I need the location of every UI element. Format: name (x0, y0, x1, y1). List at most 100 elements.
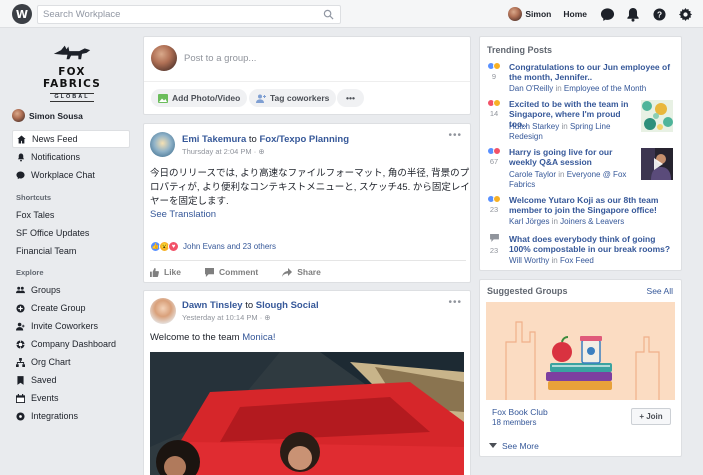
see-all-link[interactable]: See All (647, 286, 673, 296)
trending-source: Karl Jörges in Joiners & Leavers (509, 217, 624, 226)
post-options-button[interactable]: ••• (448, 130, 462, 141)
sidebar-item-org-chart[interactable]: Org Chart (12, 353, 130, 371)
sidebar-item-label: Workplace Chat (31, 170, 95, 180)
author-link[interactable]: Hutch Starkey (509, 122, 559, 131)
bell-icon (16, 152, 25, 162)
shortcut-financial-team[interactable]: Financial Team (16, 246, 76, 256)
group-link[interactable]: Slough Social (256, 300, 319, 311)
sidebar-item-invite-coworkers[interactable]: Invite Coworkers (12, 317, 130, 335)
sidebar-item-groups[interactable]: Groups (12, 281, 130, 299)
author-link[interactable]: Emi Takemura (182, 134, 246, 145)
group-members[interactable]: 18 members (492, 418, 536, 427)
sidebar-item-create-group[interactable]: Create Group (12, 299, 130, 317)
sidebar-item-company-dashboard[interactable]: Company Dashboard (12, 335, 130, 353)
sidebar-item-events[interactable]: Events (12, 389, 130, 407)
author-link[interactable]: Will Worthy (509, 256, 549, 265)
sidebar-item-label: Notifications (31, 152, 81, 162)
trending-title[interactable]: Welcome Yutaro Koji as our 8th team memb… (509, 195, 674, 215)
trending-title[interactable]: Congratulations to our Jun employee of t… (509, 62, 674, 82)
to-label: to (245, 300, 254, 311)
groups-icon (16, 286, 25, 295)
like-button[interactable]: Like (150, 267, 181, 277)
post-thumbnail-image[interactable] (641, 100, 673, 132)
group-name-link[interactable]: Fox Book Club (492, 407, 548, 417)
mention-link[interactable]: Monica! (242, 332, 275, 343)
reaction-count: 23 (489, 205, 499, 214)
profile-link[interactable]: Simon (508, 7, 551, 21)
post-timestamp[interactable]: Yesterday at 10:14 PM (182, 313, 258, 322)
post-text-line: ヤーを固定します. (150, 196, 229, 207)
comment-icon (205, 267, 215, 277)
in-label: in (558, 170, 565, 179)
svg-text:?: ? (656, 9, 661, 19)
group-link[interactable]: Joiners & Leavers (560, 217, 624, 226)
join-group-button[interactable]: + Join (631, 408, 671, 425)
trending-source: Carole Taylor in Everyone @ Fox Fabrics (509, 170, 637, 190)
video-thumbnail-image[interactable] (641, 148, 673, 180)
gear-icon[interactable] (677, 6, 693, 22)
composer-input[interactable]: Post to a group... (184, 53, 256, 64)
reaction-summary[interactable]: 👍 😮 ♥ John Evans and 23 others (150, 241, 276, 252)
author-link[interactable]: Dawn Tinsley (182, 300, 243, 311)
globe-icon: ⊕ (264, 313, 271, 322)
post-text-line: 今日のリリースでは, より高速なファイルフォーマット, 角の半径, 背景のプ (150, 168, 470, 179)
group-link[interactable]: Fox/Texpo Planning (259, 134, 349, 145)
see-translation-link[interactable]: See Translation (150, 209, 216, 220)
shortcut-sf-office-updates[interactable]: SF Office Updates (16, 228, 89, 238)
in-label: in (551, 217, 558, 226)
sidebar-item-label: Org Chart (31, 357, 71, 367)
avatar[interactable] (150, 132, 175, 157)
trending-title[interactable]: Harry is going live for our weekly Q&A s… (509, 147, 637, 167)
avatar (508, 7, 523, 21)
chat-icon[interactable] (599, 6, 615, 22)
see-more-link[interactable]: See More (489, 441, 539, 451)
sidebar-item-integrations[interactable]: Integrations (12, 407, 130, 425)
sidebar-profile-name: Simon Sousa (29, 110, 83, 121)
post-header: Dawn Tinsley to Slough Social (182, 300, 319, 311)
suggested-groups-panel: Suggested Groups See All Fox Book Club 1… (479, 279, 682, 457)
love-reaction-icon (493, 147, 501, 155)
share-button[interactable]: Share (282, 267, 321, 277)
author-link[interactable]: Dan O'Reilly (509, 84, 553, 93)
sidebar-profile[interactable]: Simon Sousa (12, 109, 83, 122)
tag-coworkers-button[interactable]: Tag coworkers (249, 89, 337, 107)
sidebar-item-saved[interactable]: Saved (12, 371, 130, 389)
bookmark-icon (16, 375, 25, 385)
add-photo-video-button[interactable]: Add Photo/Video (151, 89, 248, 107)
post-photo[interactable] (150, 352, 464, 475)
sidebar-item-label: Create Group (31, 303, 86, 313)
chevron-down-icon (489, 443, 497, 448)
comment-button[interactable]: Comment (205, 267, 258, 277)
home-link[interactable]: Home (563, 9, 587, 19)
reaction-counter: 67 (486, 147, 502, 166)
in-label: in (561, 122, 568, 131)
search-input[interactable] (38, 6, 318, 23)
post-meta: Yesterday at 10:14 PM · ⊕ (182, 313, 271, 322)
see-more-label: See More (502, 441, 539, 451)
trending-title[interactable]: What does everybody think of going 100% … (509, 234, 674, 254)
group-cover-image[interactable] (486, 302, 675, 400)
reaction-count: 67 (489, 157, 499, 166)
sidebar-item-news-feed[interactable]: News Feed (12, 130, 130, 148)
home-icon (17, 134, 26, 144)
bell-icon[interactable] (625, 6, 641, 22)
comment-label: Comment (219, 267, 259, 277)
group-link[interactable]: Employee of the Month (564, 84, 646, 93)
workplace-logo[interactable]: W (12, 4, 32, 24)
avatar[interactable] (150, 298, 176, 324)
post-timestamp[interactable]: Thursday at 2:04 PM (182, 147, 252, 156)
author-link[interactable]: Carole Taylor (509, 170, 556, 179)
help-icon[interactable]: ? (651, 6, 667, 22)
group-link[interactable]: Fox Feed (560, 256, 594, 265)
shortcut-fox-tales[interactable]: Fox Tales (16, 210, 54, 220)
profile-name: Simon (525, 9, 552, 19)
author-link[interactable]: Karl Jörges (509, 217, 549, 226)
search-icon[interactable] (323, 9, 334, 20)
company-brand[interactable]: FOX FABRICS GLOBAL (30, 41, 114, 102)
more-options-button[interactable]: ••• (337, 89, 364, 107)
wow-reaction-icon (493, 62, 501, 70)
post-options-button[interactable]: ••• (448, 297, 462, 308)
search-box[interactable] (37, 5, 341, 24)
sidebar-item-workplace-chat[interactable]: Workplace Chat (12, 166, 130, 184)
sidebar-item-notifications[interactable]: Notifications (12, 148, 130, 166)
